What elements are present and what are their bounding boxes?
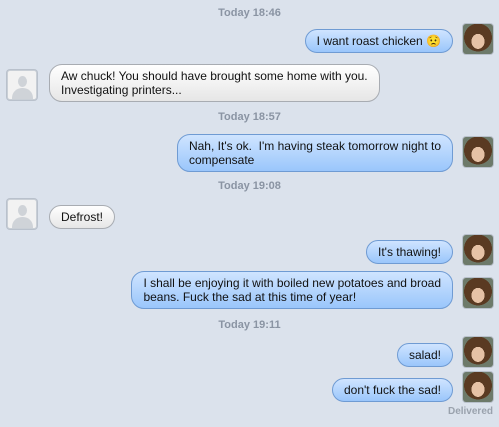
message-bubble-outgoing[interactable]: I shall be enjoying it with boiled new p… <box>131 271 453 309</box>
message-bubble-outgoing[interactable]: salad! <box>396 343 453 367</box>
contact-avatar-icon <box>7 70 37 100</box>
timestamp: Today 18:57 <box>218 111 281 123</box>
message-bubble-incoming[interactable]: Aw chuck! You should have brought some h… <box>49 64 380 102</box>
message-bubble-outgoing[interactable]: don't fuck the sad! <box>331 378 453 402</box>
timestamp: Today 19:11 <box>218 319 281 331</box>
delivery-status: Delivered <box>447 406 493 417</box>
my-avatar-icon <box>463 235 493 265</box>
my-avatar-icon <box>463 278 493 308</box>
message-bubble-outgoing[interactable]: Nah, It's ok. I'm having steak tomorrow … <box>176 134 453 172</box>
my-avatar-icon <box>463 372 493 402</box>
my-avatar-icon <box>463 24 493 54</box>
message-bubble-outgoing[interactable]: It's thawing! <box>366 240 453 264</box>
my-avatar-icon <box>463 137 493 167</box>
message-bubble-incoming[interactable]: Defrost! <box>49 205 116 229</box>
my-avatar-icon <box>463 337 493 367</box>
timestamp: Today 18:46 <box>218 7 281 19</box>
contact-avatar-icon <box>7 199 37 229</box>
timestamp: Today 19:08 <box>218 180 281 192</box>
message-bubble-outgoing[interactable]: I want roast chicken 😟 <box>304 29 453 53</box>
